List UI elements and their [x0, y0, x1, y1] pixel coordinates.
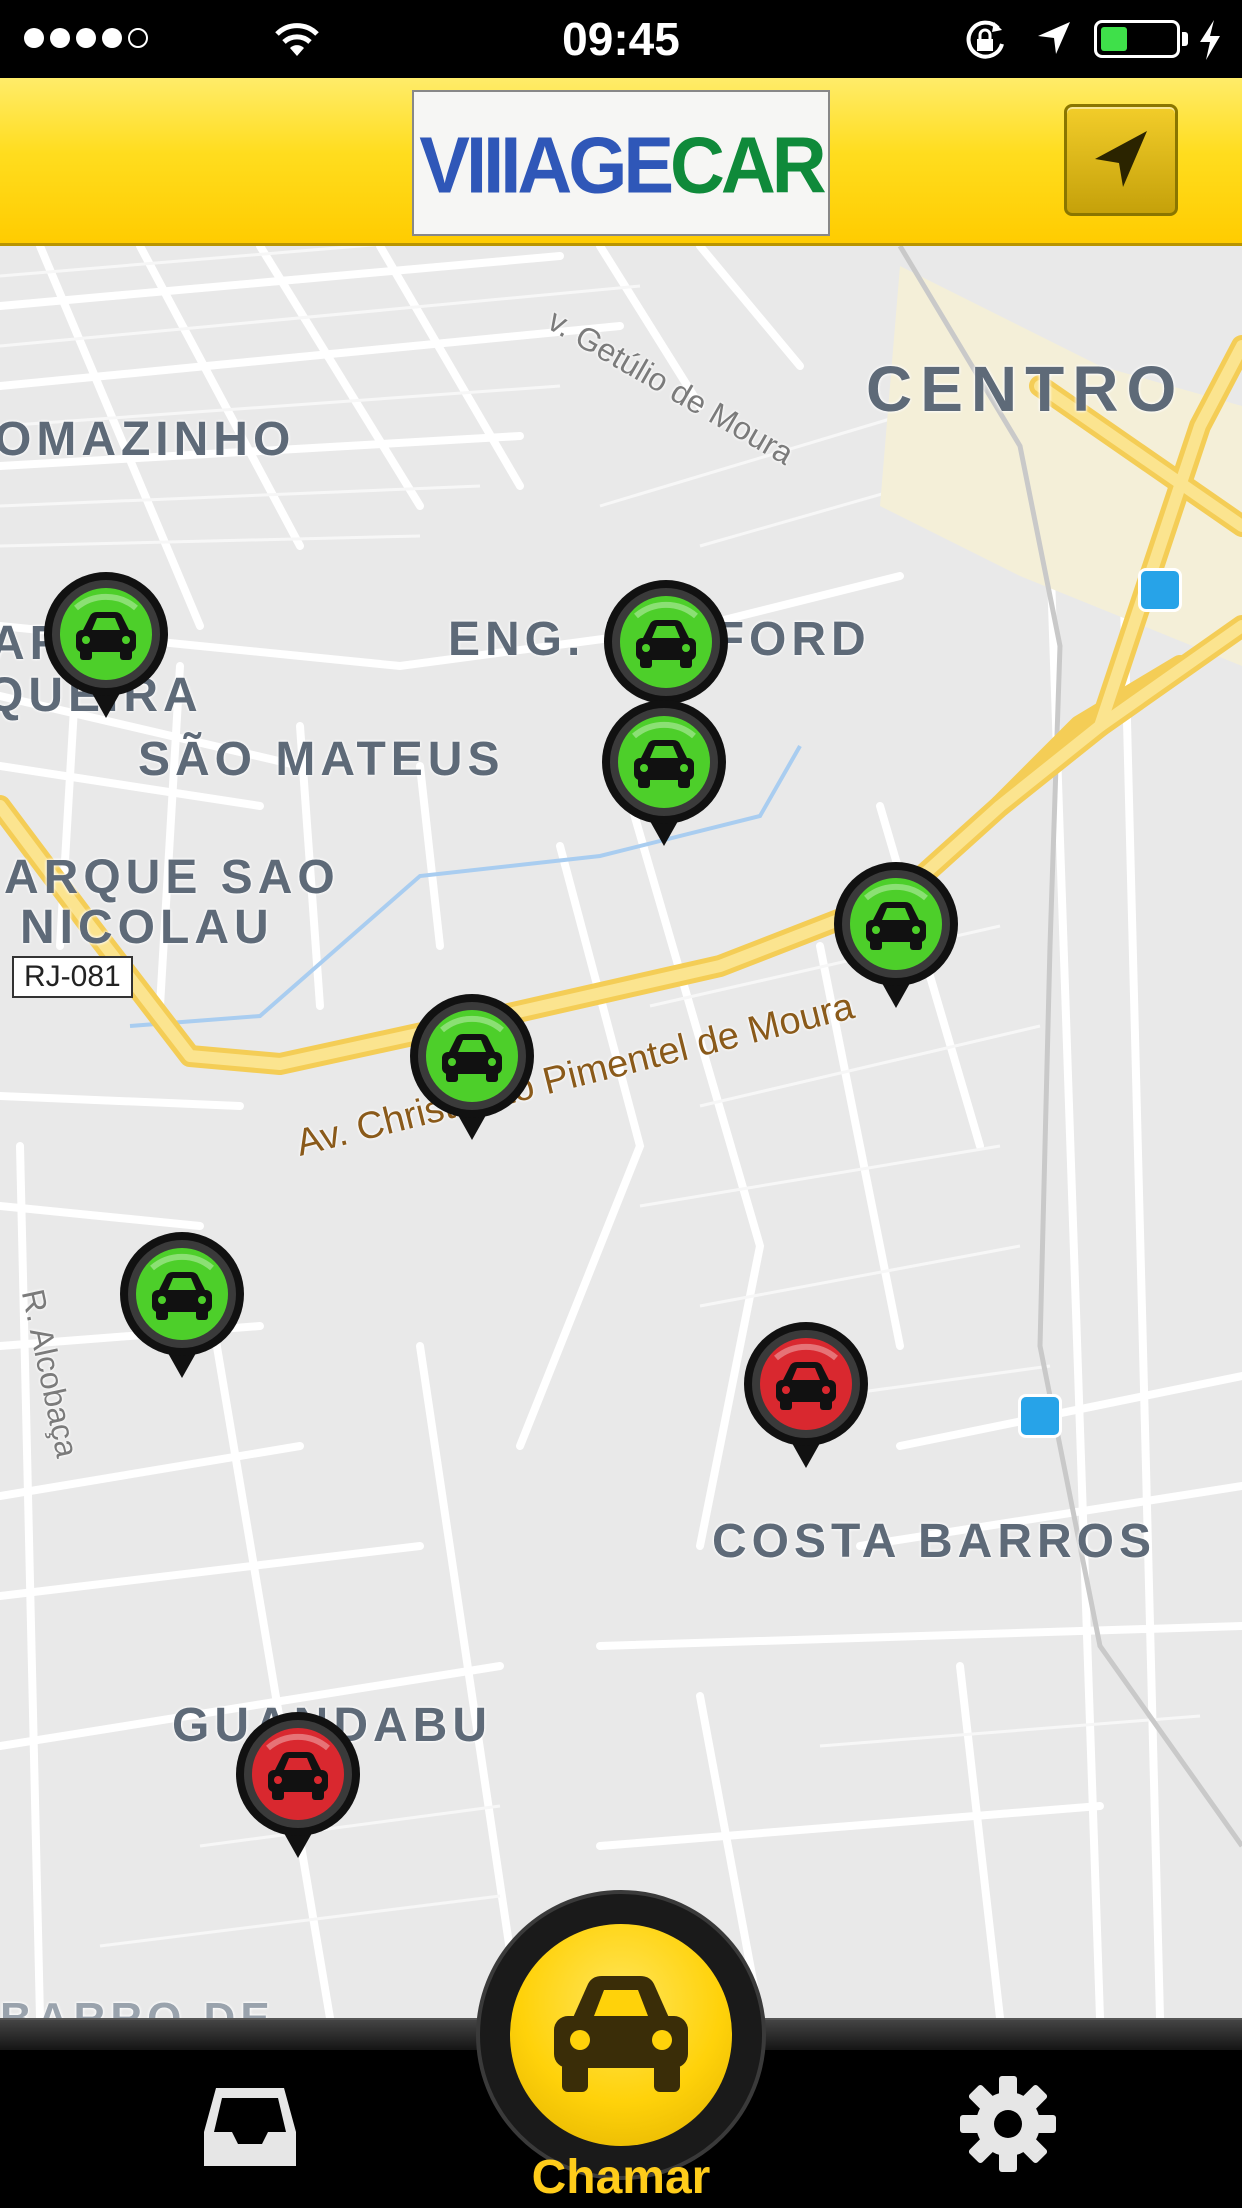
- driver-pin-available[interactable]: [40, 568, 172, 728]
- battery-level: [1101, 27, 1127, 51]
- driver-pin-available[interactable]: [830, 858, 962, 1018]
- app-logo: VIIIAGECAR: [412, 90, 830, 236]
- driver-pin-busy[interactable]: [232, 1708, 364, 1868]
- driver-pin-busy[interactable]: [740, 1318, 872, 1478]
- location-services-icon: [1038, 22, 1070, 54]
- logo-text: VIIIAGE: [419, 120, 674, 211]
- map-label-costa-barros: COSTA BARROS: [712, 1515, 1156, 1568]
- battery-icon: [1094, 20, 1180, 58]
- car-icon: [554, 1976, 688, 2092]
- logo-text-accent: CAR: [670, 120, 827, 211]
- map-label-nicolau: NICOLAU: [20, 901, 274, 954]
- charging-icon: [1200, 20, 1220, 60]
- map-label-sao-mateus: SÃO MATEUS: [138, 733, 505, 786]
- road-shield: RJ-081: [12, 956, 133, 998]
- map-label-parque-sao: ARQUE SAO: [4, 851, 340, 904]
- map-view[interactable]: CENTRO OMAZINHO ENG. BELFORD SÃO MATEUS …: [0, 246, 1242, 2018]
- rotation-lock-icon: [966, 20, 1004, 59]
- driver-pin-available[interactable]: [598, 696, 730, 856]
- metro-station-icon: [1138, 568, 1182, 612]
- locate-me-button[interactable]: [1064, 104, 1178, 216]
- status-bar: 09:45: [0, 0, 1242, 78]
- app-header: VIIIAGECAR: [0, 78, 1242, 246]
- driver-pin-available[interactable]: [116, 1228, 248, 1388]
- call-taxi-label: Chamar: [531, 2151, 711, 2204]
- metro-station-icon: [1018, 1394, 1062, 1438]
- location-arrow-icon: [1095, 131, 1147, 187]
- map-label-centro: CENTRO: [866, 353, 1185, 425]
- map-label-omazinho: OMAZINHO: [0, 413, 296, 466]
- map-label-barro: BARRO DE: [0, 1994, 275, 2018]
- driver-pin-available[interactable]: [406, 990, 538, 1150]
- call-taxi-button[interactable]: [476, 1890, 766, 2180]
